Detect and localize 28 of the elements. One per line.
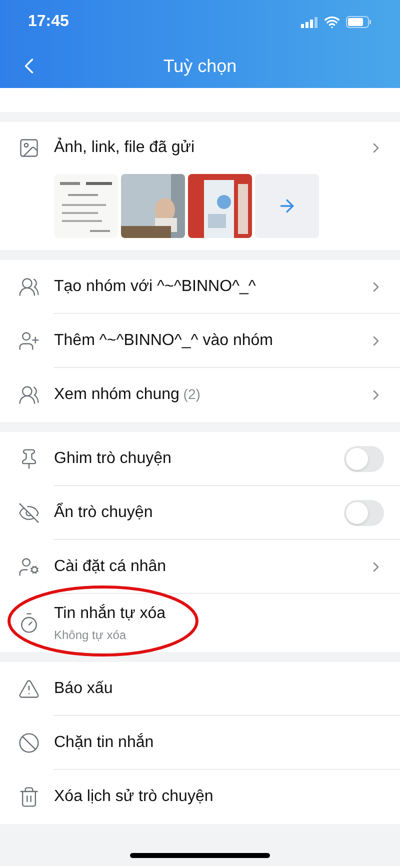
- option-item[interactable]: Chặn tin nhắn: [54, 730, 384, 754]
- option-item[interactable]: Thêm ^~^BINNO^_^ vào nhóm: [54, 328, 368, 352]
- wifi-icon: [324, 14, 340, 30]
- timer-icon: [18, 612, 40, 634]
- option-item[interactable]: Ghim trò chuyện: [54, 446, 344, 470]
- image-icon: [18, 137, 40, 159]
- option-item[interactable]: Cài đặt cá nhân: [54, 554, 368, 578]
- option-subtitle: Không tự xóa: [54, 627, 126, 644]
- battery-icon: [346, 16, 372, 28]
- option-item[interactable]: Tin nhắn tự xóa Không tự xóa: [54, 602, 384, 644]
- user-add-icon: [18, 330, 40, 352]
- screen-title: Tuỳ chọn: [163, 54, 237, 78]
- block-icon: [18, 732, 40, 754]
- toggle-switch[interactable]: [344, 500, 384, 526]
- option-item[interactable]: Xem nhóm chung (2): [54, 383, 368, 407]
- option-item[interactable]: Báo xấu: [54, 676, 384, 700]
- media-option-item[interactable]: Ảnh, link, file đã gửi: [54, 136, 368, 160]
- option-item[interactable]: Xóa lịch sử trò chuyện: [54, 785, 384, 809]
- status-time: 17:45: [28, 12, 69, 32]
- group-icon: [18, 384, 40, 406]
- user-gear-icon: [18, 556, 40, 578]
- option-item[interactable]: Ẩn trò chuyện: [54, 500, 344, 524]
- signal-icon: [301, 16, 318, 28]
- option-item[interactable]: Tạo nhóm với ^~^BINNO^_^: [54, 274, 368, 298]
- eye-off-icon: [18, 502, 40, 524]
- warning-icon: [18, 678, 40, 700]
- trash-icon: [18, 786, 40, 808]
- toggle-switch[interactable]: [344, 446, 384, 472]
